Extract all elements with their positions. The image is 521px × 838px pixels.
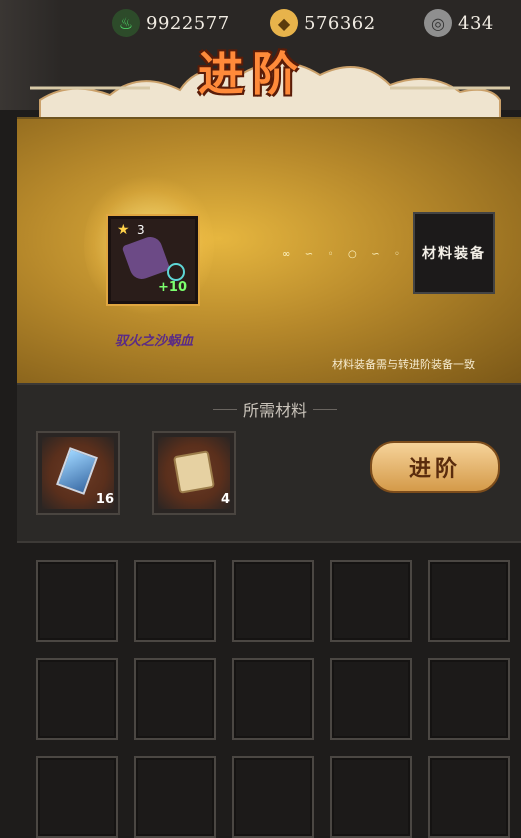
resource-coins[interactable]: ◆ 576362 [270,9,376,37]
inventory-slot[interactable] [36,658,118,740]
link-chain-decoration: ∞ ∽ ◦ ○ ∽ ◦ [282,248,402,260]
resource-silver[interactable]: ◎ 434 [424,9,494,37]
material-count: 16 [95,492,114,507]
scroll-icon [172,450,216,494]
axe-icon [121,233,171,283]
inventory-slot[interactable] [330,756,412,838]
inventory-slot[interactable] [134,560,216,642]
equipment-enhance-level: +10 [158,280,187,295]
inventory-slot[interactable] [36,756,118,838]
inventory-slot[interactable] [330,658,412,740]
advance-button[interactable]: 进阶 [370,441,500,493]
material-item-crystal[interactable]: 16 [36,431,120,515]
advance-button-label: 进阶 [408,456,461,482]
required-materials-header: 所需材料 [200,399,350,420]
material-slot-label: 材料装备 [422,246,486,262]
gold-coin-icon: ◆ [270,9,298,37]
green-energy-icon: ♨ [112,9,140,37]
material-item-scroll[interactable]: 4 [152,431,236,515]
header-divider-right [313,408,337,410]
inventory-slot[interactable] [428,756,510,838]
page-title: 进阶 [198,47,306,101]
swirl-icon [167,263,185,281]
inventory-slot[interactable] [330,560,412,642]
header-divider-left [212,408,237,410]
inventory-slot[interactable] [232,756,314,838]
inventory-slot[interactable] [428,560,510,642]
inventory-slot[interactable] [134,658,216,740]
energy-value: 9922577 [146,12,230,34]
silver-value: 434 [458,12,494,34]
inventory-slot[interactable] [232,658,314,740]
inventory-slot[interactable] [134,756,216,838]
equipment-slot[interactable]: ★ 3 +10 [108,216,198,304]
material-equipment-slot[interactable]: 材料装备 [413,212,495,294]
material-note: 材料装备需与转进阶装备一致 [332,358,475,371]
star-icon: ★ [117,222,130,238]
material-count: 4 [220,492,230,507]
inventory-slot[interactable] [36,560,118,642]
equipment-stars: 3 [137,223,145,237]
resource-energy[interactable]: ♨ 9922577 [112,9,230,37]
section-divider [17,541,521,543]
inventory-slot[interactable] [428,658,510,740]
silver-coin-icon: ◎ [424,9,452,37]
required-materials-title: 所需材料 [242,401,307,420]
inventory-slot[interactable] [232,560,314,642]
equipment-name: 驭火之沙蜗血 [114,334,193,349]
coins-value: 576362 [304,12,376,34]
resource-bar: ♨ 9922577 ◆ 576362 ◎ 434 [112,6,521,40]
